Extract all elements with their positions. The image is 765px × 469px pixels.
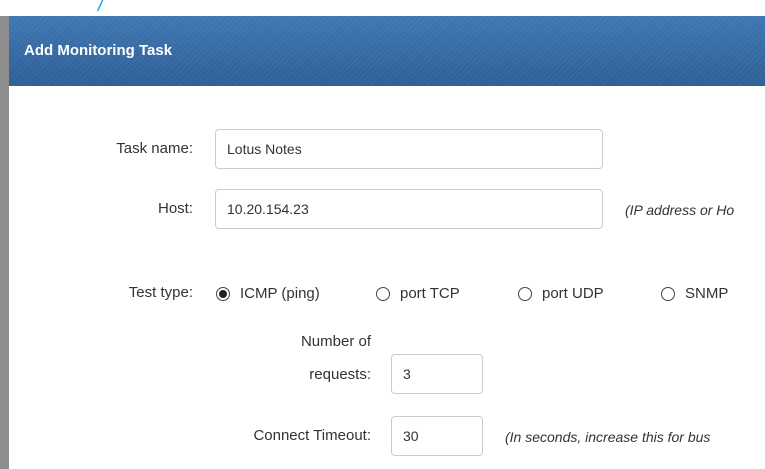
task-name-input[interactable] xyxy=(215,129,603,169)
host-label: Host: xyxy=(157,200,193,217)
host-input[interactable] xyxy=(215,189,603,229)
test-type-label: Test type: xyxy=(128,284,193,301)
radio-snmp[interactable]: SNMP xyxy=(661,285,728,302)
radio-port-udp[interactable]: port UDP xyxy=(518,285,604,302)
radio-unchecked-icon xyxy=(376,286,390,301)
radio-icmp-ping[interactable]: ICMP (ping) xyxy=(216,285,320,302)
connect-timeout-hint: (In seconds, increase this for bus xyxy=(505,429,711,445)
radio-icmp-ping-label: ICMP (ping) xyxy=(240,285,320,302)
background-decoration-icon: / xyxy=(98,0,104,16)
connect-timeout-label: Connect Timeout: xyxy=(253,427,371,444)
dialog-title: Add Monitoring Task xyxy=(24,42,173,59)
dialog-header: Add Monitoring Task xyxy=(9,16,765,86)
radio-port-udp-label: port UDP xyxy=(542,285,604,302)
num-requests-input[interactable] xyxy=(391,354,483,394)
background-page-strip: / xyxy=(0,0,765,16)
radio-unchecked-icon xyxy=(518,286,532,301)
host-hint: (IP address or Ho xyxy=(625,202,735,218)
add-monitoring-task-dialog: Add Monitoring Task Task name: Host: (IP… xyxy=(9,16,765,469)
radio-port-tcp-label: port TCP xyxy=(400,285,460,302)
task-name-label: Task name: xyxy=(116,140,193,157)
modal-overlay xyxy=(0,16,9,469)
connect-timeout-input[interactable] xyxy=(391,416,483,456)
num-requests-label-line1: Number of xyxy=(300,333,371,350)
radio-checked-icon xyxy=(216,286,230,301)
radio-snmp-label: SNMP xyxy=(685,285,729,302)
radio-port-tcp[interactable]: port TCP xyxy=(376,285,460,302)
num-requests-label-line2: requests: xyxy=(309,366,371,383)
radio-unchecked-icon xyxy=(661,286,675,301)
